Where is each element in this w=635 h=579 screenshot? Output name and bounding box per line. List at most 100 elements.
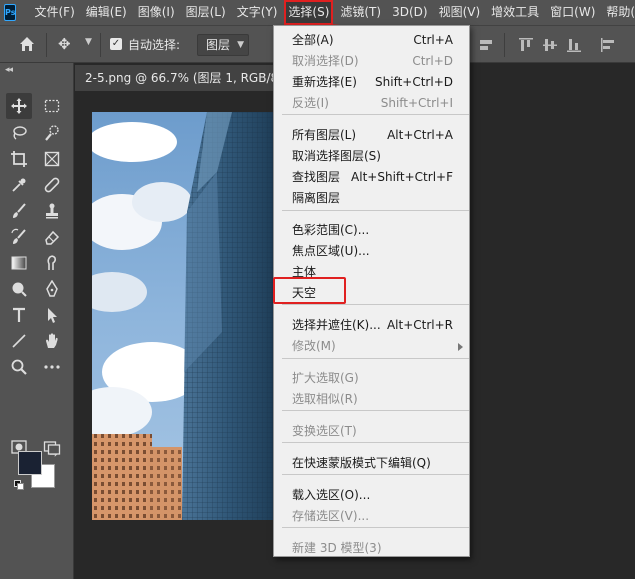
- chevron-down-icon[interactable]: ▼: [85, 37, 92, 47]
- align-top-icon[interactable]: [518, 37, 534, 53]
- select-menu-item[interactable]: 变换选区(T): [274, 421, 469, 442]
- menu-item-label: 修改(M): [292, 339, 336, 353]
- menu-item-shortcut: Alt+Shift+Ctrl+F: [351, 170, 453, 184]
- collapse-panel-icon[interactable]: ◂◂: [5, 65, 13, 75]
- menu-item-label: 重新选择(E): [292, 75, 357, 89]
- select-menu-item[interactable]: 全部(A) Ctrl+A: [274, 30, 469, 51]
- menu-9[interactable]: 增效工具: [487, 0, 543, 25]
- select-menu-item[interactable]: 所有图层(L) Alt+Ctrl+A: [274, 125, 469, 146]
- marquee-tool-icon[interactable]: [39, 93, 65, 119]
- menu-separator: [282, 210, 469, 211]
- more-tools-icon[interactable]: [39, 354, 65, 380]
- options-divider: [504, 33, 505, 57]
- skyline-photo: [92, 112, 278, 520]
- menu-separator: [282, 114, 469, 115]
- select-menu-item[interactable]: 色彩范围(C)...: [274, 220, 469, 241]
- menu-1[interactable]: 编辑(E): [82, 0, 131, 25]
- auto-select-checkbox[interactable]: ✓: [110, 38, 122, 50]
- eraser-tool-icon[interactable]: [39, 224, 65, 250]
- menu-2[interactable]: 图像(I): [134, 0, 179, 25]
- menu-item-label: 取消选择(D): [292, 54, 359, 68]
- menu-item-label: 全部(A): [292, 33, 334, 47]
- menu-item-shortcut: Shift+Ctrl+I: [380, 96, 453, 110]
- select-menu-item[interactable]: 修改(M): [274, 336, 469, 357]
- select-menu-item[interactable]: 新建 3D 模型(3): [274, 538, 469, 559]
- menu-11[interactable]: 帮助(H): [602, 0, 635, 25]
- menu-item-label: 在快速蒙版模式下编辑(Q): [292, 456, 431, 470]
- menu-item-label: 焦点区域(U)...: [292, 244, 370, 258]
- auto-select-target-value: 图层: [206, 38, 231, 52]
- select-menu-item[interactable]: 在快速蒙版模式下编辑(Q): [274, 453, 469, 474]
- history-brush-tool-icon[interactable]: [6, 224, 32, 250]
- path-selection-tool-icon[interactable]: [39, 302, 65, 328]
- align-bottom-icon[interactable]: [566, 37, 582, 53]
- quick-select-tool-icon[interactable]: [39, 120, 65, 146]
- document-tab[interactable]: 2-5.png @ 66.7% (图层 1, RGB/8#): [75, 65, 275, 91]
- align-left-icon[interactable]: [478, 37, 494, 53]
- screen-mode-icon[interactable]: [39, 434, 65, 460]
- dodge-tool-icon[interactable]: [6, 276, 32, 302]
- menu-8[interactable]: 视图(V): [435, 0, 485, 25]
- menu-item-label: 载入选区(O)...: [292, 488, 371, 502]
- hand-tool-icon[interactable]: [39, 328, 65, 354]
- healing-brush-tool-icon[interactable]: [39, 172, 65, 198]
- chevron-down-icon: ▼: [237, 40, 244, 50]
- select-menu-item[interactable]: 隔离图层: [274, 188, 469, 209]
- menu-4[interactable]: 文字(Y): [233, 0, 282, 25]
- menu-separator: [282, 410, 469, 411]
- gradient-tool-icon[interactable]: [6, 250, 32, 276]
- home-icon[interactable]: [18, 35, 36, 53]
- menu-item-shortcut: Alt+Ctrl+R: [386, 318, 453, 332]
- menu-separator: [282, 442, 469, 443]
- submenu-arrow-icon: [458, 343, 463, 351]
- menu-3[interactable]: 图层(L): [182, 0, 230, 25]
- menu-10[interactable]: 窗口(W): [546, 0, 599, 25]
- select-menu-item[interactable]: 存储选区(V)...: [274, 506, 469, 527]
- select-menu-item[interactable]: 反选(I) Shift+Ctrl+I: [274, 93, 469, 114]
- foreground-color-swatch[interactable]: [18, 451, 42, 475]
- select-menu-item[interactable]: 选择并遮住(K)... Alt+Ctrl+R: [274, 315, 469, 336]
- menu-separator: [282, 474, 469, 475]
- brush-tool-icon[interactable]: [6, 198, 32, 224]
- menu-item-label: 扩大选取(G): [292, 371, 359, 385]
- select-menu-item[interactable]: 焦点区域(U)...: [274, 241, 469, 262]
- zoom-tool-icon[interactable]: [6, 354, 32, 380]
- menu-item-label: 选择并遮住(K)...: [292, 318, 381, 332]
- highlight-box: [273, 277, 346, 304]
- pen-tool-icon[interactable]: [39, 276, 65, 302]
- default-colors-icon[interactable]: [14, 480, 24, 490]
- line-tool-icon[interactable]: [6, 328, 32, 354]
- align-horizontal-left-icon[interactable]: [600, 37, 616, 53]
- eyedropper-tool-icon[interactable]: [6, 172, 32, 198]
- tools-panel: ◂◂: [0, 63, 74, 579]
- menu-5[interactable]: 选择(S): [284, 0, 334, 25]
- document-tab-title: 2-5.png @ 66.7% (图层 1, RGB/8#): [85, 71, 275, 85]
- menu-7[interactable]: 3D(D): [388, 0, 431, 25]
- select-menu-item[interactable]: 查找图层 Alt+Shift+Ctrl+F: [274, 167, 469, 188]
- auto-select-target-dropdown[interactable]: 图层 ▼: [197, 34, 249, 56]
- crop-tool-icon[interactable]: [6, 146, 32, 172]
- menu-0[interactable]: 文件(F): [30, 0, 78, 25]
- select-menu-item[interactable]: 选取相似(R): [274, 389, 469, 410]
- select-menu-item[interactable]: 取消选择(D) Ctrl+D: [274, 51, 469, 72]
- select-menu-item[interactable]: 扩大选取(G): [274, 368, 469, 389]
- select-menu-item[interactable]: 载入选区(O)...: [274, 485, 469, 506]
- menu-separator: [282, 358, 469, 359]
- move-tool-icon[interactable]: [6, 93, 32, 119]
- clone-stamp-tool-icon[interactable]: [39, 198, 65, 224]
- menu-item-label: 取消选择图层(S): [292, 149, 381, 163]
- select-menu-item[interactable]: 重新选择(E) Shift+Ctrl+D: [274, 72, 469, 93]
- menu-bar: Ps 文件(F) 编辑(E) 图像(I) 图层(L) 文字(Y) 选择(S) 滤镜(T) 3D…: [0, 0, 635, 25]
- type-tool-icon[interactable]: [6, 302, 32, 328]
- frame-tool-icon[interactable]: [39, 146, 65, 172]
- lasso-tool-icon[interactable]: [6, 120, 32, 146]
- options-divider: [46, 33, 47, 57]
- menu-item-label: 色彩范围(C)...: [292, 223, 370, 237]
- select-menu-item[interactable]: 取消选择图层(S): [274, 146, 469, 167]
- menu-item-label: 查找图层: [292, 170, 341, 184]
- menu-separator: [282, 527, 469, 528]
- smudge-tool-icon[interactable]: [39, 250, 65, 276]
- align-vertical-center-icon[interactable]: [542, 37, 558, 53]
- move-tool-preset-icon[interactable]: ✥: [58, 35, 71, 53]
- menu-item-label: 隔离图层: [292, 191, 341, 205]
